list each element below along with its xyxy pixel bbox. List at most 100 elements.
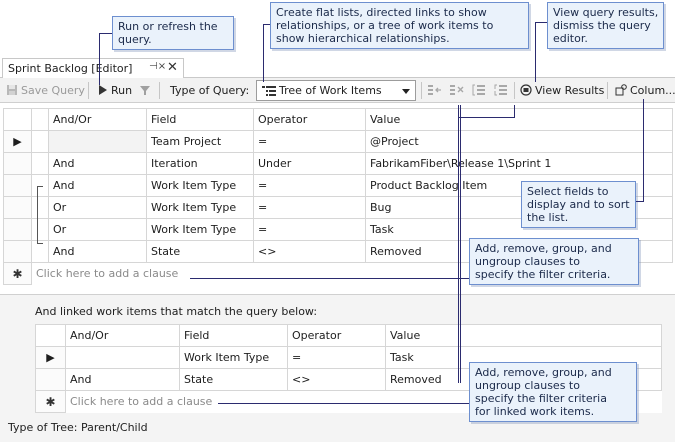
clause-field[interactable]: Iteration xyxy=(146,152,254,175)
close-icon[interactable]: ✕ xyxy=(167,60,178,75)
clause-edit-callout: Add, remove, group, and ungroup clauses … xyxy=(469,238,639,285)
clause-andor[interactable]: Or xyxy=(48,196,147,219)
linked-section-label: And linked work items that match the que… xyxy=(35,305,318,318)
ungroup-clauses-icon xyxy=(494,84,507,96)
column-options-callout: Select fields to display and to sort the… xyxy=(521,181,636,228)
column-header-field[interactable]: Field xyxy=(146,108,254,131)
row-selector[interactable] xyxy=(35,368,66,391)
clause-field[interactable]: State xyxy=(146,240,254,263)
connector-line xyxy=(458,105,459,383)
toolbar-separator xyxy=(607,82,608,99)
clause-value[interactable]: FabrikamFiber\Release 1\Sprint 1 xyxy=(365,152,673,175)
connector-line xyxy=(99,33,100,85)
grid-header-row: And/Or Field Operator Value xyxy=(35,324,662,347)
run-icon xyxy=(99,85,107,95)
tab-strip: Sprint Backlog [Editor] ⊣× ✕ xyxy=(0,58,675,78)
save-query-button[interactable]: Save Query xyxy=(6,83,85,99)
row-selector[interactable] xyxy=(3,218,32,241)
row-selector[interactable] xyxy=(3,196,32,219)
row-selector[interactable] xyxy=(3,152,32,175)
clause-andor[interactable]: And xyxy=(65,368,180,391)
clause-field[interactable]: Work Item Type xyxy=(146,196,254,219)
clause-field[interactable]: Work Item Type xyxy=(146,174,254,197)
column-header-value[interactable]: Value xyxy=(385,324,662,347)
callout-line: Create flat lists, directed links to sho… xyxy=(276,6,487,19)
connector-line xyxy=(263,24,264,82)
delete-clause-button[interactable] xyxy=(450,83,467,99)
connector-line xyxy=(263,24,270,25)
clause-operator[interactable]: <> xyxy=(253,240,366,263)
clause-operator[interactable]: = xyxy=(253,218,366,241)
insert-clause-button[interactable] xyxy=(428,83,445,99)
connector-line xyxy=(458,117,515,118)
callout-line: query. xyxy=(118,33,152,46)
callout-line: show hierarchical relationships. xyxy=(276,32,450,45)
clause-operator[interactable]: <> xyxy=(287,368,386,391)
connector-line xyxy=(636,201,643,202)
connector-line xyxy=(535,22,536,82)
row-selector[interactable]: ▶ xyxy=(3,130,32,153)
callout-line: display and to sort xyxy=(527,198,630,211)
connector-line xyxy=(190,278,469,279)
ungroup-clauses-button[interactable] xyxy=(494,83,511,99)
tree-icon xyxy=(262,86,276,96)
callout-line: ungroup clauses to xyxy=(475,379,580,392)
clause-field[interactable]: Work Item Type xyxy=(146,218,254,241)
grid-header-row: And/Or Field Operator Value xyxy=(3,108,673,131)
save-icon xyxy=(7,85,17,95)
column-header-andor[interactable]: And/Or xyxy=(65,324,180,347)
clause-operator[interactable]: = xyxy=(253,196,366,219)
clause-field[interactable]: State xyxy=(179,368,288,391)
clause-row[interactable]: ▶ Team Project = @Project xyxy=(3,130,673,153)
clause-operator[interactable]: = xyxy=(287,346,386,369)
clause-andor[interactable]: And xyxy=(48,240,147,263)
clause-value[interactable]: @Project xyxy=(365,130,673,153)
column-header-field[interactable]: Field xyxy=(179,324,288,347)
clause-andor[interactable]: Or xyxy=(48,218,147,241)
clause-operator[interactable]: Under xyxy=(253,152,366,175)
clause-field[interactable]: Work Item Type xyxy=(179,346,288,369)
tab-title: Sprint Backlog [Editor] xyxy=(8,62,133,75)
pin-icon[interactable]: ⊣× xyxy=(149,61,166,72)
connector-line xyxy=(99,33,112,34)
view-results-label: View Results xyxy=(535,84,605,97)
connector-line xyxy=(218,403,469,404)
filter-button[interactable] xyxy=(139,83,154,99)
connector-line xyxy=(535,22,547,23)
query-type-value: Tree of Work Items xyxy=(279,84,382,97)
callout-line: dismiss the query xyxy=(553,19,651,32)
clause-andor[interactable]: And xyxy=(48,152,147,175)
clause-operator[interactable]: = xyxy=(253,130,366,153)
clause-andor[interactable] xyxy=(48,130,147,153)
row-selector[interactable]: ▶ xyxy=(35,346,66,369)
view-results-icon xyxy=(520,84,532,96)
column-header-operator[interactable]: Operator xyxy=(287,324,386,347)
column-header-value[interactable]: Value xyxy=(365,108,673,131)
query-type-select[interactable]: Tree of Work Items xyxy=(256,80,416,101)
clause-andor[interactable]: And xyxy=(48,174,147,197)
column-options-icon xyxy=(615,84,627,96)
connector-line xyxy=(643,99,644,202)
row-selector[interactable] xyxy=(3,240,32,263)
toolbar-separator xyxy=(159,82,160,99)
callout-line: Add, remove, group, and xyxy=(475,366,612,379)
toolbar-separator xyxy=(88,82,89,99)
run-button[interactable]: Run xyxy=(96,83,132,99)
clause-row[interactable]: And Iteration Under FabrikamFiber\Releas… xyxy=(3,152,673,175)
group-cell xyxy=(31,130,49,153)
callout-line: specify the filter criteria. xyxy=(475,268,611,281)
column-options-button[interactable]: Colum... xyxy=(615,83,675,99)
connector-line xyxy=(514,105,515,118)
connector-line xyxy=(460,105,461,383)
tab-sprint-backlog-editor[interactable]: Sprint Backlog [Editor] ⊣× ✕ xyxy=(2,58,184,78)
group-clauses-button[interactable] xyxy=(472,83,489,99)
column-header-andor[interactable]: And/Or xyxy=(48,108,147,131)
column-header-operator[interactable]: Operator xyxy=(253,108,366,131)
callout-line: View query results, xyxy=(553,6,659,19)
clause-operator[interactable]: = xyxy=(253,174,366,197)
view-results-button[interactable]: View Results xyxy=(520,83,604,99)
row-selector[interactable] xyxy=(3,174,32,197)
delete-clause-icon xyxy=(450,85,464,95)
clause-field[interactable]: Team Project xyxy=(146,130,254,153)
clause-andor[interactable] xyxy=(65,346,180,369)
